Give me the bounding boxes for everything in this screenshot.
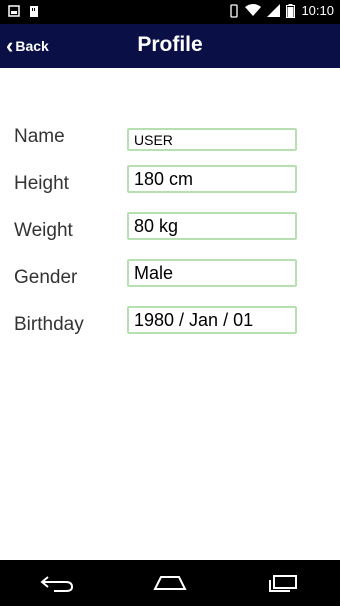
nav-recents-button[interactable] <box>253 568 313 598</box>
battery-icon <box>286 3 296 18</box>
status-bar-right: 10:10 <box>229 3 334 18</box>
weight-field[interactable] <box>127 212 297 240</box>
gender-row: Gender <box>0 259 340 299</box>
nav-home-button[interactable] <box>140 568 200 598</box>
gender-field[interactable] <box>127 259 297 287</box>
recents-nav-icon <box>269 575 298 592</box>
sd-card-icon <box>30 6 38 17</box>
height-label: Height <box>14 173 69 194</box>
status-bar: 10:10 <box>0 0 340 24</box>
height-field[interactable] <box>127 165 297 193</box>
height-row: Height <box>0 165 340 205</box>
gender-label: Gender <box>14 267 78 288</box>
app-bar: ‹ Back Profile <box>0 24 340 68</box>
birthday-row: Birthday <box>0 306 340 346</box>
nav-bar <box>0 560 340 606</box>
name-label: Name <box>14 126 65 147</box>
status-bar-left <box>8 5 40 18</box>
weight-row: Weight <box>0 212 340 252</box>
birthday-field[interactable] <box>127 306 297 334</box>
back-nav-icon <box>40 576 73 592</box>
wifi-icon <box>245 4 262 16</box>
status-time: 10:10 <box>301 3 334 18</box>
page-title: Profile <box>137 33 203 56</box>
birthday-label: Birthday <box>14 314 84 335</box>
notification-icon <box>8 5 20 17</box>
vibrate-icon <box>230 3 239 18</box>
name-field[interactable] <box>127 128 297 151</box>
nav-back-button[interactable] <box>27 568 87 598</box>
weight-label: Weight <box>14 220 73 241</box>
home-nav-icon <box>153 576 187 590</box>
name-row: Name <box>0 118 340 158</box>
signal-icon <box>267 4 281 17</box>
